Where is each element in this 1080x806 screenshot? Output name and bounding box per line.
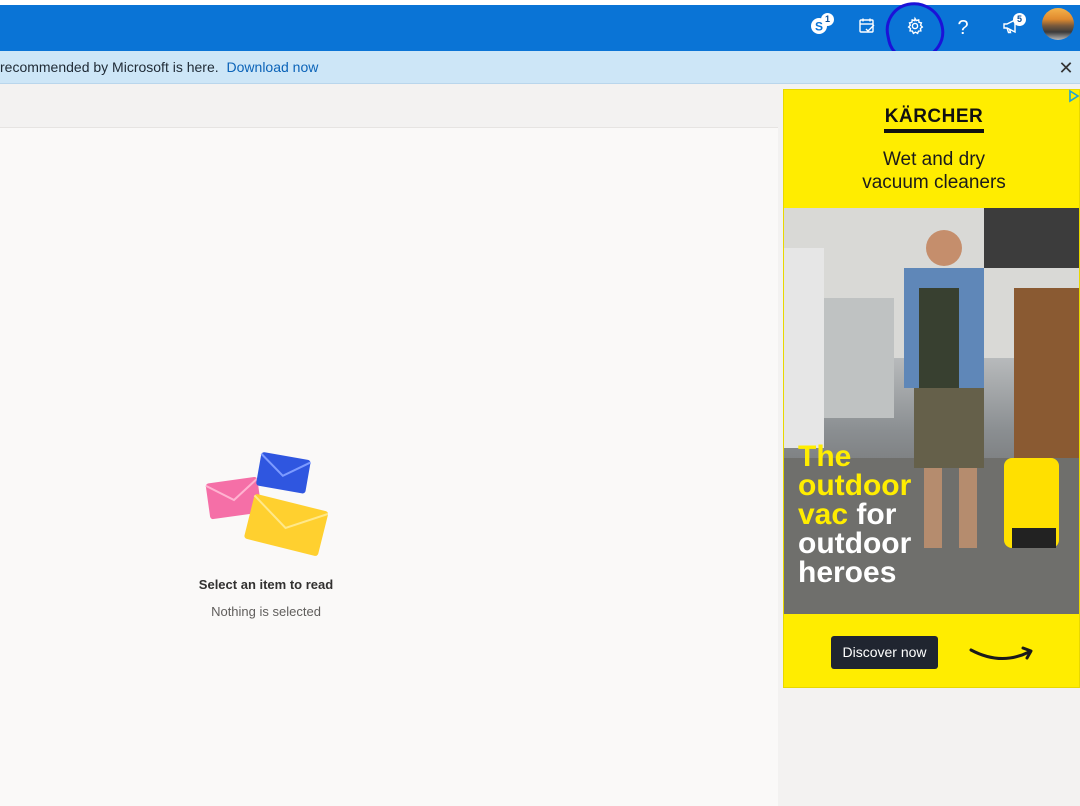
ad-tagline: The outdoor vac for outdoor heroes [798, 440, 912, 589]
ad-tagline-line1: The [798, 440, 852, 473]
my-day-button[interactable] [850, 11, 884, 45]
settings-button[interactable] [898, 11, 932, 45]
skype-badge: 1 [821, 13, 834, 26]
empty-state-subtitle: Nothing is selected [211, 604, 321, 619]
envelopes-illustration-icon [205, 452, 328, 556]
skype-button[interactable]: S 1 [802, 11, 836, 45]
ad-brand-logo: KÄRCHER [884, 106, 984, 127]
notice-message: recommended by Microsoft is here. [0, 59, 219, 75]
account-avatar[interactable] [1042, 8, 1074, 40]
notice-banner: recommended by Microsoft is here. Downlo… [0, 51, 1080, 84]
whats-new-button[interactable]: 5 [994, 11, 1028, 45]
ad-choices-icon[interactable] [1068, 89, 1080, 103]
help-button[interactable]: ? [946, 11, 980, 45]
ad-brand-underline [884, 129, 984, 133]
help-icon: ? [957, 16, 969, 39]
whats-new-badge: 5 [1013, 13, 1026, 26]
app-header-bar: S 1 ? 5 [0, 5, 1080, 51]
my-day-icon [857, 16, 877, 41]
advertisement-banner[interactable]: KÄRCHER Wet and dry vacuum cleaners The … [783, 89, 1080, 688]
ad-tagline-line3: vac for [798, 500, 911, 530]
ad-tagline-line4: outdoor [798, 527, 912, 560]
ad-headline-line2: vacuum cleaners [862, 172, 1006, 193]
ad-tagline-line5: heroes [798, 556, 897, 589]
ad-headline-line1: Wet and dry [882, 149, 986, 170]
notice-text-wrap: recommended by Microsoft is here. Downlo… [0, 51, 318, 84]
command-bar [0, 84, 778, 128]
discover-now-button[interactable]: Discover now [831, 636, 938, 669]
ad-headline: Wet and dry vacuum cleaners [824, 148, 1044, 194]
close-icon[interactable]: ✕ [1056, 58, 1076, 78]
amazon-smile-logo-icon [969, 646, 1033, 660]
reading-pane [0, 128, 778, 806]
empty-state-title: Select an item to read [198, 577, 334, 592]
ad-tagline-line2: outdoor [798, 469, 912, 502]
settings-gear-icon [905, 16, 925, 41]
download-now-link[interactable]: Download now [227, 59, 319, 75]
